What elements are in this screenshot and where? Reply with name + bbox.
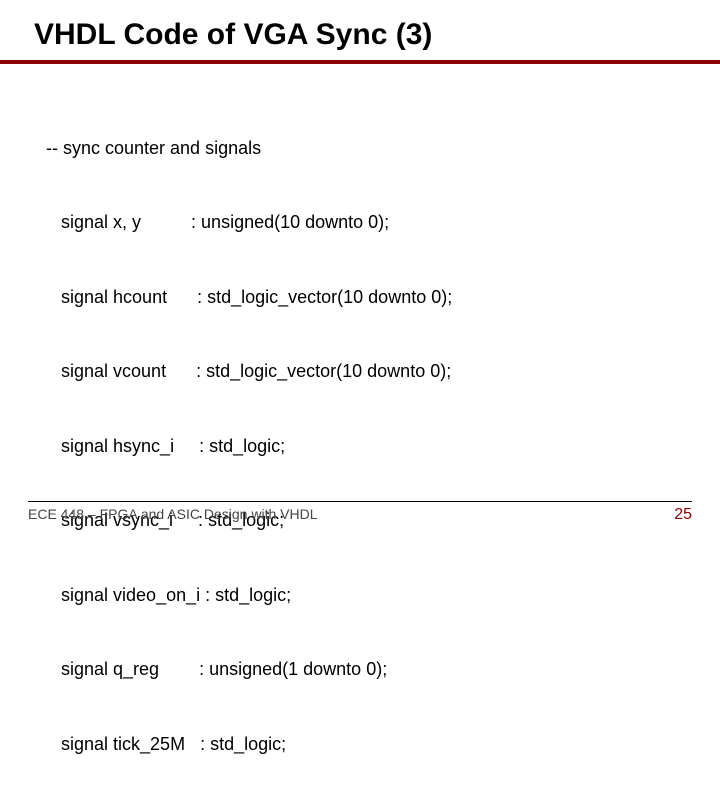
slide: VHDL Code of VGA Sync (3) -- sync counte… (0, 0, 720, 540)
page-number: 25 (674, 506, 692, 524)
footer-text: ECE 448 – FPGA and ASIC Design with VHDL (28, 506, 317, 522)
slide-title: VHDL Code of VGA Sync (3) (34, 18, 692, 52)
code-block: -- sync counter and signals signal x, y … (46, 86, 692, 806)
footer-row: ECE 448 – FPGA and ASIC Design with VHDL… (28, 506, 692, 524)
code-line: signal hcount : std_logic_vector(10 down… (46, 285, 692, 310)
code-comment: -- sync counter and signals (46, 136, 692, 161)
code-line: signal tick_25M : std_logic; (46, 732, 692, 757)
footer: ECE 448 – FPGA and ASIC Design with VHDL… (28, 501, 692, 524)
code-line: signal hsync_i : std_logic; (46, 434, 692, 459)
footer-rule (28, 501, 692, 502)
title-underline (0, 60, 720, 64)
code-line: signal vcount : std_logic_vector(10 down… (46, 359, 692, 384)
code-line: signal q_reg : unsigned(1 downto 0); (46, 657, 692, 682)
code-line: signal x, y : unsigned(10 downto 0); (46, 210, 692, 235)
code-line: signal video_on_i : std_logic; (46, 583, 692, 608)
